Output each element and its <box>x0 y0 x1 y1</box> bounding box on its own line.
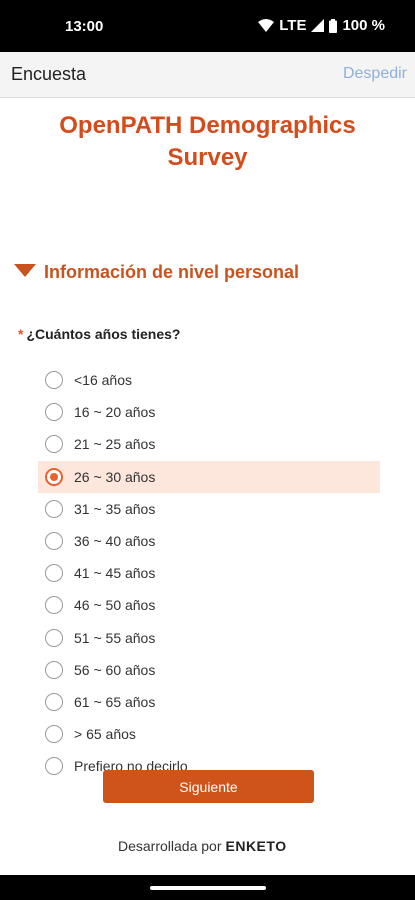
option-label: 36 ~ 40 años <box>74 533 156 550</box>
radio-button[interactable] <box>45 371 63 390</box>
question-label: * ¿Cuántos años tienes? <box>18 326 180 342</box>
age-option[interactable]: 21 ~ 25 años <box>38 428 380 460</box>
survey-title-line-2: Survey <box>167 144 248 171</box>
option-label: 21 ~ 25 años <box>74 436 156 453</box>
wifi-icon <box>258 19 275 32</box>
section-title: Información de nivel personal <box>44 262 300 282</box>
radio-button[interactable] <box>45 435 63 454</box>
radio-button[interactable] <box>45 596 63 615</box>
status-time: 13:00 <box>65 18 104 35</box>
option-label: 41 ~ 45 años <box>74 565 156 582</box>
age-option[interactable]: <16 años <box>38 364 380 396</box>
radio-button[interactable] <box>45 692 63 711</box>
survey-form: OpenPATH Demographics Survey Información… <box>10 98 405 875</box>
next-button[interactable]: Siguiente <box>103 770 314 803</box>
option-label: > 65 años <box>74 726 136 743</box>
age-option[interactable]: 61 ~ 65 años <box>38 686 380 718</box>
option-label: <16 años <box>74 372 132 389</box>
option-label: 16 ~ 20 años <box>74 404 156 421</box>
age-options: <16 años 16 ~ 20 años 21 ~ 25 años 26 ~ 30 … <box>38 364 380 782</box>
age-option[interactable]: 31 ~ 35 años <box>38 493 380 525</box>
age-option[interactable]: 46 ~ 50 años <box>38 589 380 621</box>
radio-button[interactable] <box>45 499 63 518</box>
option-label: 56 ~ 60 años <box>74 661 156 678</box>
radio-button[interactable] <box>45 564 63 583</box>
section-header[interactable]: Información de nivel personal <box>14 262 299 283</box>
enketo-logo: ENKETO <box>225 838 287 854</box>
age-option[interactable]: 51 ~ 55 años <box>38 622 380 654</box>
required-mark: * <box>18 326 24 342</box>
option-label: 31 ~ 35 años <box>74 500 156 517</box>
radio-button[interactable] <box>45 628 63 647</box>
network-type: LTE <box>279 17 307 34</box>
status-indicators: LTE 100 % <box>258 17 385 34</box>
survey-title-line-1: OpenPATH Demographics <box>59 112 356 139</box>
navigation-bar <box>0 875 415 900</box>
footer-credit: Desarrollada por ENKETO <box>118 838 287 854</box>
question-text: ¿Cuántos años tienes? <box>26 326 181 342</box>
developed-by-text: Desarrollada por <box>118 838 222 854</box>
status-bar: 13:00 LTE 100 % <box>0 0 415 52</box>
radio-button[interactable] <box>45 403 63 422</box>
age-option[interactable]: 56 ~ 60 años <box>38 654 380 686</box>
option-label: 26 ~ 30 años <box>74 468 156 485</box>
age-option[interactable]: 16 ~ 20 años <box>38 396 380 428</box>
age-option[interactable]: 36 ~ 40 años <box>38 525 380 557</box>
survey-title: OpenPATH Demographics Survey <box>10 110 405 174</box>
radio-button[interactable] <box>45 757 63 776</box>
radio-button[interactable] <box>45 660 63 679</box>
page-title: Encuesta <box>11 64 87 84</box>
signal-icon <box>311 19 325 32</box>
option-label: 46 ~ 50 años <box>74 597 156 614</box>
option-label: 61 ~ 65 años <box>74 693 156 710</box>
battery-level: 100 % <box>342 17 385 34</box>
age-option[interactable]: > 65 años <box>38 718 380 750</box>
age-option[interactable]: 26 ~ 30 años <box>38 460 380 493</box>
battery-icon <box>329 18 338 33</box>
radio-button[interactable] <box>45 532 63 551</box>
option-label: 51 ~ 55 años <box>74 629 156 646</box>
age-option[interactable]: 41 ~ 45 años <box>38 557 380 589</box>
dismiss-button[interactable]: Despedir <box>343 65 407 83</box>
home-indicator[interactable] <box>150 886 266 890</box>
app-window: Encuesta Despedir OpenPATH Demographics … <box>0 52 415 875</box>
top-bar: Encuesta Despedir <box>0 52 415 98</box>
collapse-triangle-icon[interactable] <box>14 263 44 282</box>
radio-button[interactable] <box>45 725 63 744</box>
radio-button[interactable] <box>45 467 63 486</box>
